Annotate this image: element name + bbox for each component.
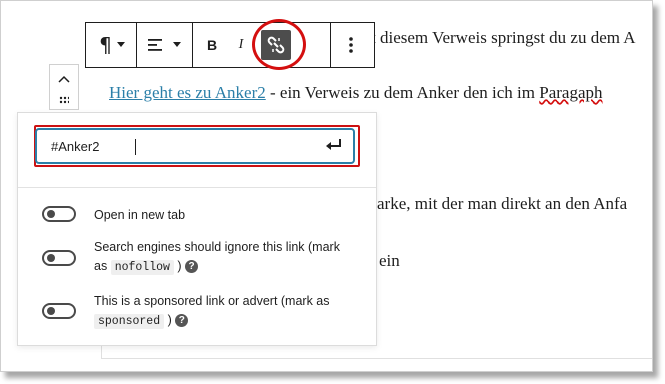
paragraph-text: - ein Verweis zu dem Anker den ich im	[265, 83, 540, 102]
help-icon[interactable]: ?	[175, 314, 189, 328]
nofollow-code: nofollow	[110, 260, 174, 275]
nofollow-label: Search engines should ignore this link (…	[94, 238, 354, 277]
link-settings-popover: #Anker2 Open in new tab Search engines s…	[17, 112, 377, 346]
sponsored-label: This is a sponsored link or advert (mark…	[94, 292, 354, 331]
toggle-knob	[47, 210, 55, 218]
align-left-icon	[148, 39, 162, 51]
spellcheck-word: Paragaph	[539, 83, 603, 102]
more-options-button[interactable]	[336, 30, 366, 60]
paragraph-line-1: t diesem Verweis springst du zu dem A	[371, 28, 636, 47]
move-up-button[interactable]	[58, 71, 70, 83]
paragraph-line-4: ein	[379, 251, 400, 270]
toolbar-divider	[330, 23, 331, 67]
toolbar-divider	[192, 23, 193, 67]
vertical-dots-icon	[349, 37, 353, 53]
sponsored-code: sponsored	[94, 314, 165, 329]
italic-button[interactable]: I	[231, 30, 251, 60]
toolbar-divider	[136, 23, 137, 67]
url-input-value: #Anker2	[51, 139, 100, 154]
bold-button[interactable]: B	[199, 30, 225, 60]
paragraph-line-2: Hier geht es zu Anker2 - ein Verweis zu …	[109, 83, 603, 103]
highlight-circle	[252, 19, 306, 70]
pilcrow-icon: ¶	[99, 33, 112, 57]
chevron-down-icon	[116, 42, 125, 47]
text-cursor	[135, 139, 136, 155]
paragraph-line-3: arke, mit der man direkt an den Anfa	[377, 194, 628, 213]
editor-window: t diesem Verweis springst du zu dem A Hi…	[0, 0, 653, 372]
nofollow-toggle[interactable]	[42, 250, 76, 266]
sponsored-close-paren: )	[167, 313, 172, 327]
anchor-link[interactable]: Hier geht es zu Anker2	[109, 83, 266, 102]
paragraph-type-button[interactable]: ¶	[92, 30, 132, 60]
block-toolbar: ¶ B I	[85, 22, 375, 68]
toggle-knob	[47, 307, 55, 315]
drag-handle-icon	[59, 96, 71, 104]
chevron-up-icon	[58, 75, 70, 83]
enter-icon	[326, 139, 341, 150]
toggle-knob	[47, 254, 55, 262]
sponsored-toggle[interactable]	[42, 303, 76, 319]
chevron-down-icon	[173, 42, 181, 47]
popover-divider	[18, 187, 376, 188]
new-tab-label: Open in new tab	[94, 208, 186, 222]
nofollow-close-paren: )	[177, 259, 182, 273]
sponsored-text: This is a sponsored link or advert (mark…	[94, 294, 330, 308]
submit-link-button[interactable]	[325, 138, 345, 154]
align-button[interactable]	[142, 30, 186, 60]
help-icon[interactable]: ?	[185, 260, 199, 274]
drag-handle[interactable]	[59, 93, 71, 111]
new-tab-toggle[interactable]	[42, 206, 76, 222]
url-input[interactable]: #Anker2	[35, 128, 355, 164]
block-mover	[49, 64, 79, 110]
